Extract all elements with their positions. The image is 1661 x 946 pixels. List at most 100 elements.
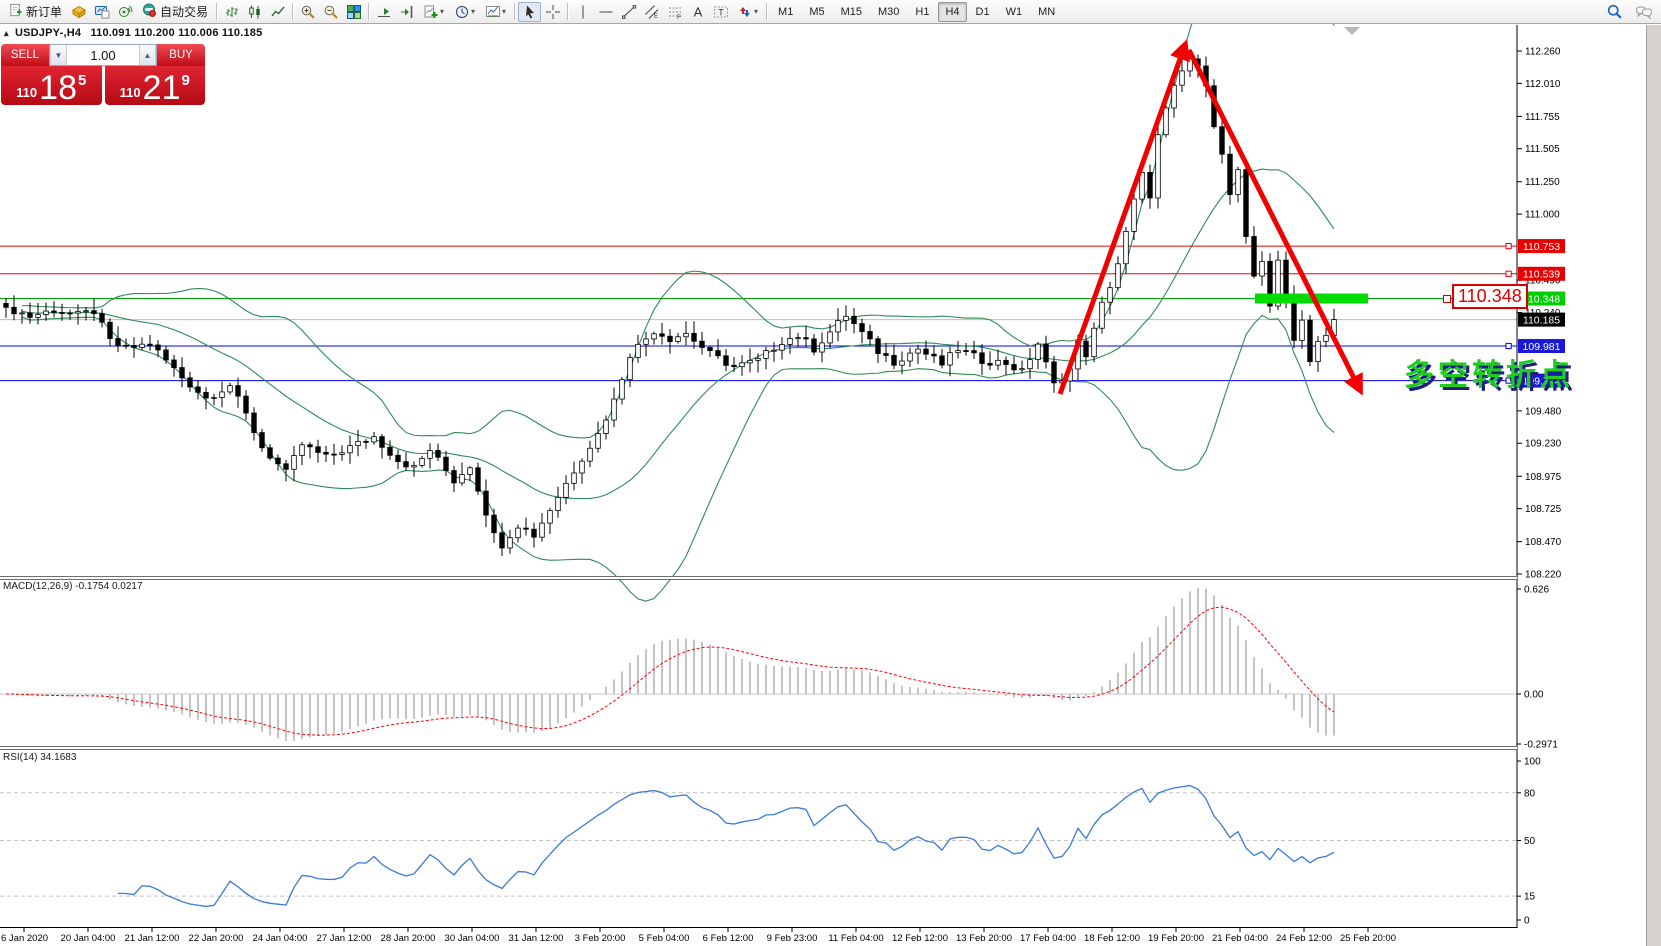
signals-icon[interactable] [113,2,136,22]
rsi-tick-label: 80 [1524,788,1536,799]
level-anchor-square[interactable] [1506,271,1511,276]
turning-point-annotation[interactable]: 多空转折点 [1404,350,1574,394]
candle-body [580,461,585,473]
candlestick-button[interactable] [243,2,266,22]
candle-body [604,420,609,433]
data-window-icon[interactable] [90,2,113,22]
tile-windows-button[interactable] [342,2,365,22]
bollinger-band [22,315,1334,601]
candle-body [860,324,865,332]
candle-body [332,454,337,455]
tab-timeframe-mn[interactable]: MN [1031,2,1062,22]
price-marker-text: 110.753 [1523,241,1560,253]
new-order-button[interactable]: 新订单 [3,2,67,22]
candle-body [84,311,89,312]
equidistant-channel-button[interactable]: E [640,2,663,22]
candle-body [1300,320,1305,340]
vertical-line-button[interactable] [571,2,594,22]
volume-down-button[interactable]: ▼ [50,45,67,65]
bar-chart-button[interactable] [220,2,243,22]
candle-body [1156,135,1161,198]
price-tick-label: 111.250 [1525,177,1560,188]
candle-body [140,344,145,347]
arrows-button[interactable]: ▾ [732,2,763,22]
date-tick-label: 30 Jan 04:00 [445,933,500,944]
candle-body [388,447,393,455]
periods-button[interactable]: ▾ [449,2,480,22]
chart-shift-marker[interactable] [1344,27,1360,35]
candle-body [484,491,489,515]
date-tick-label: 28 Jan 20:00 [381,933,436,944]
price-marker-text: 110.348 [1523,293,1560,305]
tab-timeframe-m5[interactable]: M5 [802,2,831,22]
text-button[interactable]: A [686,2,709,22]
callout-anchor-square [1443,295,1451,303]
zoom-out-button[interactable] [319,2,342,22]
chart-shift-button[interactable] [395,2,418,22]
candle-body [652,334,657,339]
candle-body [444,457,449,470]
chat-icon[interactable] [1632,2,1655,22]
buy-price[interactable]: 110219 [105,66,206,105]
sell-price[interactable]: 110185 [1,66,102,105]
trendline-button[interactable] [617,2,640,22]
crosshair-button[interactable] [541,2,564,22]
date-tick-label: 24 Feb 12:00 [1276,933,1332,944]
candle-body [468,468,473,475]
tab-timeframe-m30[interactable]: M30 [871,2,906,22]
horizontal-line-button[interactable] [594,2,617,22]
tab-timeframe-h4[interactable]: H4 [938,2,966,22]
buy-button[interactable]: BUY [157,44,205,66]
candle-body [572,473,577,483]
candle-body [164,350,169,360]
candle-body [380,437,385,448]
buy-price-sup: 9 [181,72,189,89]
tab-timeframe-m1[interactable]: M1 [771,2,800,22]
rsi-label: RSI(14) 34.1683 [3,752,76,763]
tab-timeframe-w1[interactable]: W1 [999,2,1030,22]
chart-canvas[interactable]: 112.260112.010111.755111.505111.250111.0… [0,0,1661,946]
volume-input[interactable]: 1.00 [67,45,139,65]
candle-body [828,332,833,343]
sell-button[interactable]: SELL [1,44,49,66]
trend-arrow[interactable] [1060,45,1185,394]
templates-button[interactable]: ▾ [480,2,511,22]
date-tick-label: 22 Jan 20:00 [189,933,244,944]
auto-scroll-button[interactable] [372,2,395,22]
volume-up-button[interactable]: ▲ [139,45,156,65]
candle-body [684,333,689,336]
level-anchor-square[interactable] [1506,343,1511,348]
indicators-button[interactable]: ▾ [418,2,449,22]
cursor-button[interactable] [518,2,541,22]
price-callout[interactable]: 110.348 [1452,284,1528,309]
candle-body [788,338,793,344]
tab-timeframe-h1[interactable]: H1 [908,2,936,22]
tab-timeframe-m15[interactable]: M15 [834,2,869,22]
tab-timeframe-d1[interactable]: D1 [969,2,997,22]
search-icon[interactable] [1603,2,1626,22]
price-tick-label: 111.000 [1525,210,1560,221]
autotrading-button[interactable]: 自动交易 [136,2,213,22]
zoom-in-button[interactable] [296,2,319,22]
candle-body [428,450,433,458]
text-label-button[interactable]: T [709,2,732,22]
candle-body [1148,172,1153,197]
candle-body [924,349,929,354]
candle-body [884,354,889,356]
trend-arrow[interactable] [1189,50,1360,390]
toolbar: 新订单 自动交易 ▾ ▾ [0,0,1661,24]
candle-body [732,365,737,366]
pane-splitter[interactable] [0,746,1517,750]
fibonacci-button[interactable]: F [663,2,686,22]
level-anchor-square[interactable] [1506,243,1511,248]
candle-body [772,350,777,351]
candle-body [244,396,249,413]
line-chart-button[interactable] [266,2,289,22]
toolbar-separator [766,3,767,20]
chevron-down-icon: ▾ [440,7,444,16]
pane-splitter[interactable] [0,576,1517,580]
market-watch-icon[interactable] [67,2,90,22]
candle-body [476,468,481,491]
date-tick-label: 3 Feb 20:00 [575,933,626,944]
candle-body [916,349,921,353]
